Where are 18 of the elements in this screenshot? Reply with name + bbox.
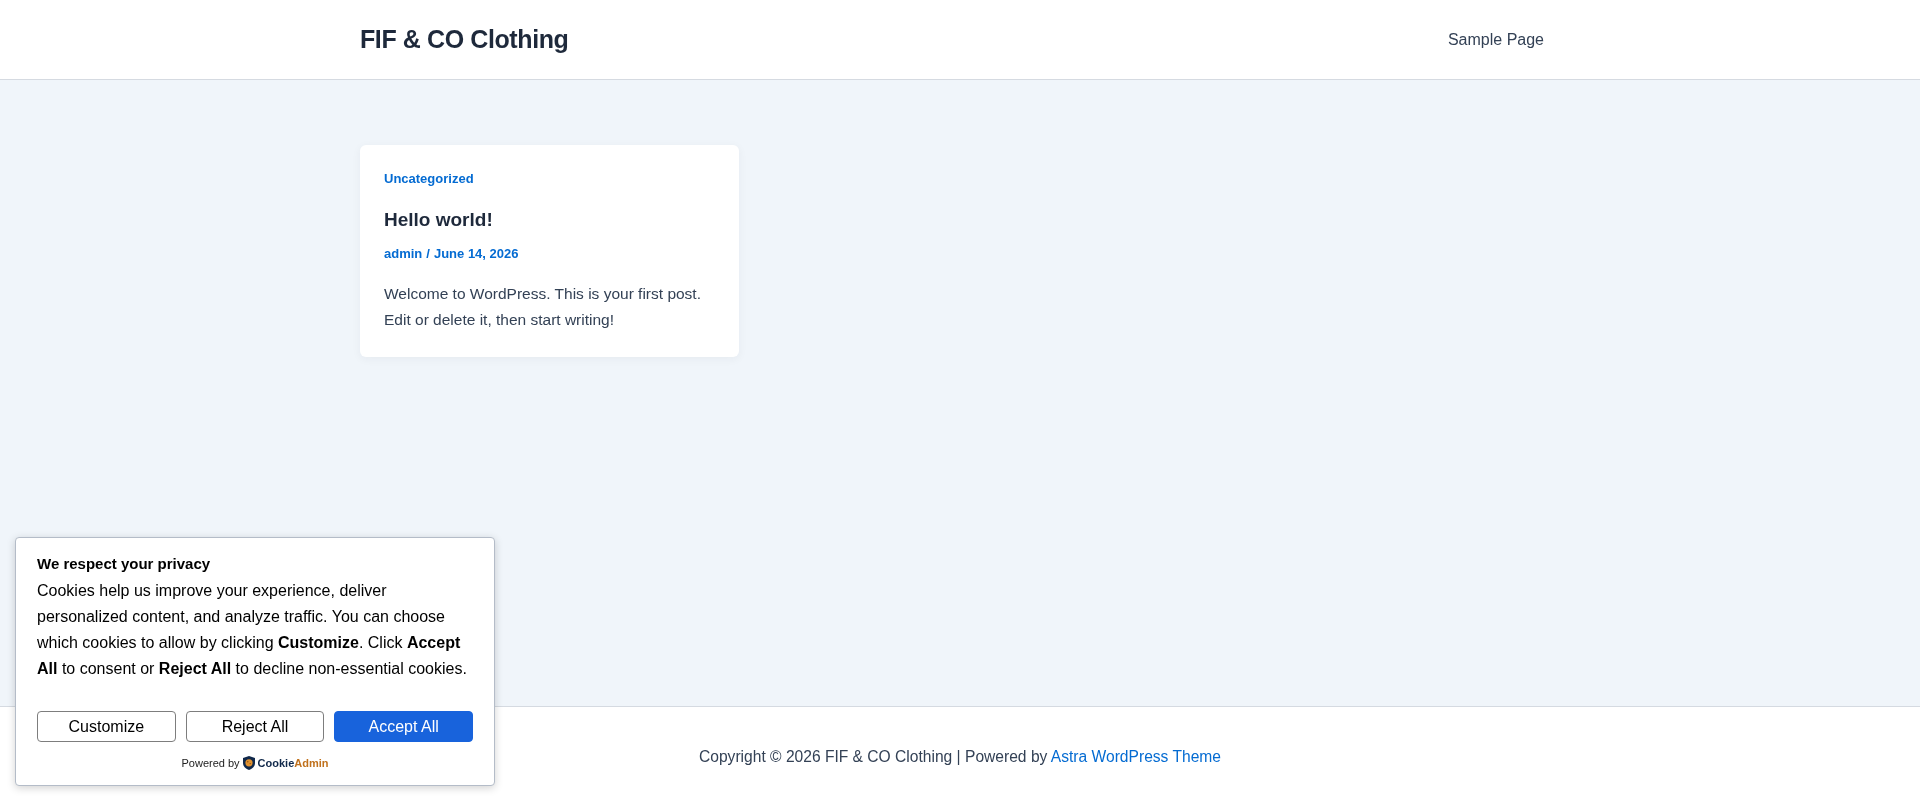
accept-button[interactable]: Accept All <box>334 711 473 742</box>
powered-by-label: Powered by <box>181 757 240 769</box>
meta-separator: / <box>426 245 430 263</box>
copyright-text: Copyright © 2026 FIF & CO Clothing | Powered by Astra WordPress Theme <box>699 748 1221 766</box>
banner-message: Cookies help us improve your experience, deliver personalized content, and analyze traffic. You can choose which cookies to allow by clicking Customize. Click Accept All to consent or Reject All to decline non-essential cookies. <box>37 581 468 679</box>
brand-name: CookieAdmin <box>257 757 329 769</box>
banner-title: We respect your privacy <box>37 554 212 574</box>
post-excerpt: Welcome to WordPress. This is your first post. Edit or delete it, then start writing! <box>384 284 702 330</box>
theme-link[interactable]: Astra WordPress Theme <box>1050 748 1221 765</box>
post-title[interactable]: Hello world! <box>384 206 493 234</box>
category-link[interactable]: Uncategorized <box>384 169 474 189</box>
date-link[interactable]: June 14, 2026 <box>433 244 519 264</box>
option-button[interactable]: Reject All <box>185 711 325 742</box>
nav-link[interactable]: Sample Page <box>1431 22 1560 57</box>
author-link[interactable]: admin <box>384 244 423 264</box>
option-button[interactable]: Customize <box>37 711 176 742</box>
shield-icon <box>242 756 255 770</box>
site-title[interactable]: FIF & CO Clothing <box>360 25 569 54</box>
